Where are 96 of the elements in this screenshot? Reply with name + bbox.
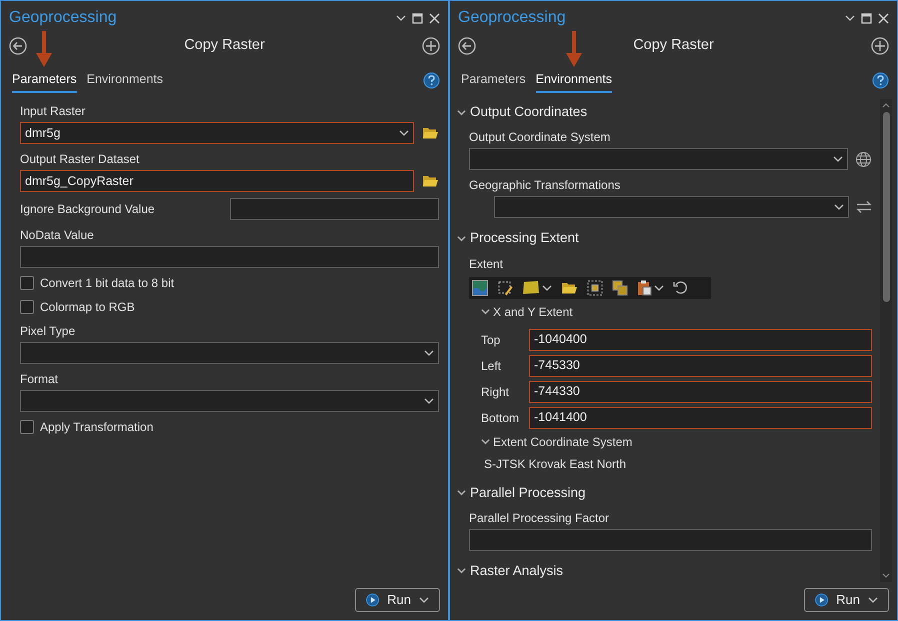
section-title[interactable]: Processing Extent xyxy=(470,228,579,248)
add-icon[interactable] xyxy=(422,37,440,55)
dropdown-field[interactable] xyxy=(20,342,439,364)
field-label: Bottom xyxy=(481,410,520,426)
collapse-chevron-icon[interactable] xyxy=(481,307,490,316)
caret-icon xyxy=(399,129,409,137)
run-button[interactable]: Run xyxy=(804,588,889,612)
close-icon[interactable] xyxy=(429,12,440,24)
field-label: Input Raster xyxy=(20,103,86,120)
field-label: Top xyxy=(481,332,502,348)
subsection-title[interactable]: X and Y Extent xyxy=(493,302,573,320)
maximize-icon[interactable] xyxy=(412,12,423,24)
tool-title: Copy Raster xyxy=(184,36,265,56)
checkbox[interactable] xyxy=(20,420,34,434)
scroll-down-icon[interactable] xyxy=(882,573,890,579)
section-title[interactable]: Parallel Processing xyxy=(470,482,586,503)
play-icon xyxy=(366,592,380,608)
caret-icon xyxy=(419,596,429,604)
field-label: Output Coordinate System xyxy=(469,129,612,146)
arrow-annotation-icon xyxy=(35,31,54,68)
chevron-down-icon[interactable] xyxy=(845,13,855,23)
undo-icon[interactable] xyxy=(673,280,688,295)
maximize-icon[interactable] xyxy=(861,12,872,24)
input-field[interactable]: -1041400 xyxy=(529,406,872,428)
section-title[interactable]: Output Coordinates xyxy=(470,102,588,122)
globe-icon[interactable] xyxy=(855,150,872,168)
tab[interactable]: Environments xyxy=(536,70,612,93)
field-label: Ignore Background Value xyxy=(20,201,155,218)
input-field[interactable]: dmr5g_CopyRaster xyxy=(20,170,414,192)
collapse-chevron-icon[interactable] xyxy=(457,566,466,576)
swap-arrows-icon[interactable] xyxy=(856,200,872,214)
collapse-chevron-icon[interactable] xyxy=(457,488,466,498)
close-icon[interactable] xyxy=(878,12,889,24)
draw-extent-icon[interactable] xyxy=(497,280,513,296)
panel-title: Geoprocessing xyxy=(9,8,117,28)
field-label: Format xyxy=(20,371,60,388)
field-label: Geographic Transformations xyxy=(469,177,622,194)
collapse-chevron-icon[interactable] xyxy=(457,234,466,243)
folder-icon[interactable] xyxy=(422,174,439,188)
panel-title: Geoprocessing xyxy=(458,8,566,28)
input-field[interactable] xyxy=(469,528,872,551)
checkbox[interactable] xyxy=(20,300,34,314)
dropdown-field[interactable]: dmr5g xyxy=(20,122,414,144)
caret-icon xyxy=(424,349,434,357)
checkbox-label[interactable]: Colormap to RGB xyxy=(40,298,135,316)
caret-icon xyxy=(542,284,552,292)
checkbox-label[interactable]: Convert 1 bit data to 8 bit xyxy=(40,274,174,292)
clipboard-icon[interactable] xyxy=(637,280,652,296)
dropdown-field[interactable] xyxy=(494,196,849,218)
caret-icon xyxy=(868,596,878,604)
input-field[interactable]: -745330 xyxy=(529,354,872,376)
collapse-chevron-icon[interactable] xyxy=(457,108,466,117)
section-title[interactable]: Raster Analysis xyxy=(470,560,564,581)
help-icon[interactable] xyxy=(423,72,440,88)
tab[interactable]: Parameters xyxy=(12,70,77,93)
collapse-chevron-icon[interactable] xyxy=(481,437,490,446)
field-label: NoData Value xyxy=(20,227,95,244)
caret-icon xyxy=(654,284,664,292)
checkbox-label[interactable]: Apply Transformation xyxy=(40,418,154,436)
tab[interactable]: Parameters xyxy=(461,70,526,93)
polygon-icon[interactable] xyxy=(522,280,540,295)
field-label: Pixel Type xyxy=(20,323,76,340)
input-field[interactable] xyxy=(230,198,439,220)
checkbox[interactable] xyxy=(20,276,34,290)
play-icon xyxy=(815,592,828,608)
dropdown-field[interactable] xyxy=(469,148,848,170)
folder-icon[interactable] xyxy=(422,126,439,140)
tab[interactable]: Environments xyxy=(86,70,164,93)
caret-icon xyxy=(833,155,843,164)
caret-icon xyxy=(834,203,844,212)
dropdown-field[interactable] xyxy=(20,390,439,412)
field-label: Right xyxy=(481,384,510,400)
input-field[interactable] xyxy=(20,246,439,268)
select-extent-icon[interactable] xyxy=(587,280,603,296)
run-button[interactable]: Run xyxy=(355,588,440,612)
coordinate-system-text: S-JTSK Krovak East North xyxy=(483,456,628,472)
chevron-down-icon[interactable] xyxy=(396,13,406,23)
tool-title: Copy Raster xyxy=(633,36,714,56)
subsection-title[interactable]: Extent Coordinate System xyxy=(493,432,632,450)
caret-icon xyxy=(424,397,434,405)
back-icon[interactable] xyxy=(458,37,476,55)
field-label: Extent xyxy=(469,256,504,272)
back-icon[interactable] xyxy=(9,37,27,55)
folder-icon[interactable] xyxy=(561,280,578,294)
map-icon[interactable] xyxy=(472,280,488,296)
add-icon[interactable] xyxy=(871,37,889,55)
arrow-annotation-icon xyxy=(564,31,583,68)
field-label: Parallel Processing Factor xyxy=(469,510,610,527)
input-field[interactable]: -1040400 xyxy=(529,328,872,350)
field-label: Output Raster Dataset xyxy=(20,151,140,168)
scrollbar[interactable] xyxy=(880,99,892,582)
scroll-up-icon[interactable] xyxy=(882,102,890,108)
input-field[interactable]: -744330 xyxy=(529,380,872,402)
field-label: Left xyxy=(481,358,502,374)
help-icon[interactable] xyxy=(872,72,889,88)
layers-icon[interactable] xyxy=(612,280,628,296)
